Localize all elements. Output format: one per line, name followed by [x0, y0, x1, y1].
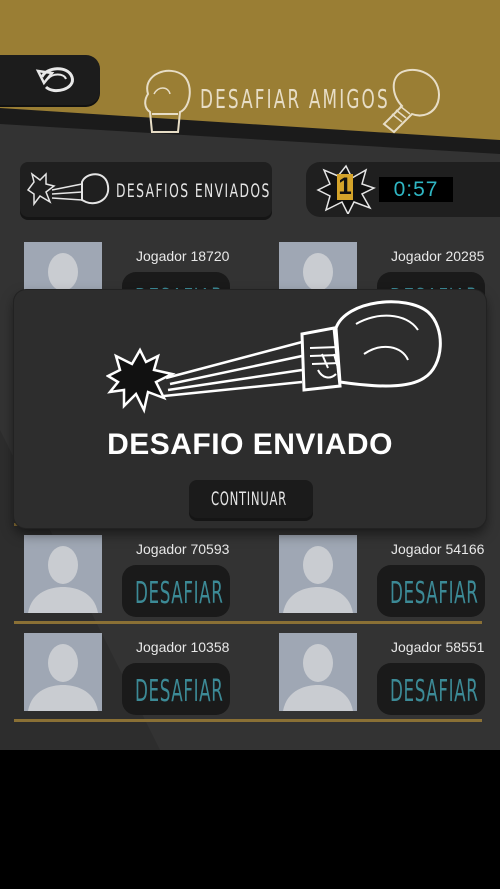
challenge-button[interactable]: DESAFIAR [377, 565, 485, 617]
player-card: Jogador 10358 DESAFIAR [24, 633, 264, 723]
avatar [24, 535, 102, 613]
dialog-title: DESAFIO ENVIADO [107, 428, 393, 461]
sent-challenges-tab[interactable]: DESAFIOS ENVIADOS [20, 162, 272, 217]
player-name: Jogador 70593 [136, 541, 230, 557]
avatar [279, 535, 357, 613]
challenge-button[interactable]: DESAFIAR [122, 565, 230, 617]
player-card: Jogador 70593 DESAFIAR [24, 535, 264, 625]
undo-arrow-icon [35, 67, 74, 93]
challenge-label: DESAFIAR [135, 674, 224, 709]
challenge-label: DESAFIAR [135, 576, 224, 611]
challenge-button[interactable]: DESAFIAR [377, 663, 485, 715]
screen: DESAFIAR AMIGOS DESAFIOS ENVIADOS 1 0:57… [0, 0, 500, 750]
punch-glove-icon [26, 172, 110, 207]
continue-label: CONTINUAR [211, 488, 287, 510]
back-button[interactable] [0, 55, 100, 105]
boxing-glove-icon [144, 69, 191, 133]
avatar [24, 633, 102, 711]
challenge-counter: 1 [337, 173, 353, 200]
timer: 0:57 [379, 177, 453, 202]
status-box: 1 0:57 [306, 162, 500, 217]
challenge-label: DESAFIAR [390, 576, 479, 611]
row-divider [14, 719, 482, 722]
challenge-sent-dialog: DESAFIO ENVIADO CONTINUAR [14, 290, 486, 528]
page-title: DESAFIAR AMIGOS [200, 85, 390, 115]
row-divider [14, 621, 482, 624]
challenge-label: DESAFIAR [390, 674, 479, 709]
player-name: Jogador 18720 [136, 248, 230, 264]
player-name: Jogador 10358 [136, 639, 230, 655]
player-name: Jogador 54166 [391, 541, 485, 557]
avatar [279, 633, 357, 711]
sent-challenges-label: DESAFIOS ENVIADOS [116, 180, 271, 202]
player-card: Jogador 58551 DESAFIAR [279, 633, 500, 723]
player-card: Jogador 54166 DESAFIAR [279, 535, 500, 625]
continue-button[interactable]: CONTINUAR [189, 480, 313, 518]
boxing-glove-laced-icon [382, 69, 440, 134]
player-name: Jogador 58551 [391, 639, 485, 655]
challenge-button[interactable]: DESAFIAR [122, 663, 230, 715]
punching-glove-icon [106, 300, 442, 414]
player-name: Jogador 20285 [391, 248, 485, 264]
